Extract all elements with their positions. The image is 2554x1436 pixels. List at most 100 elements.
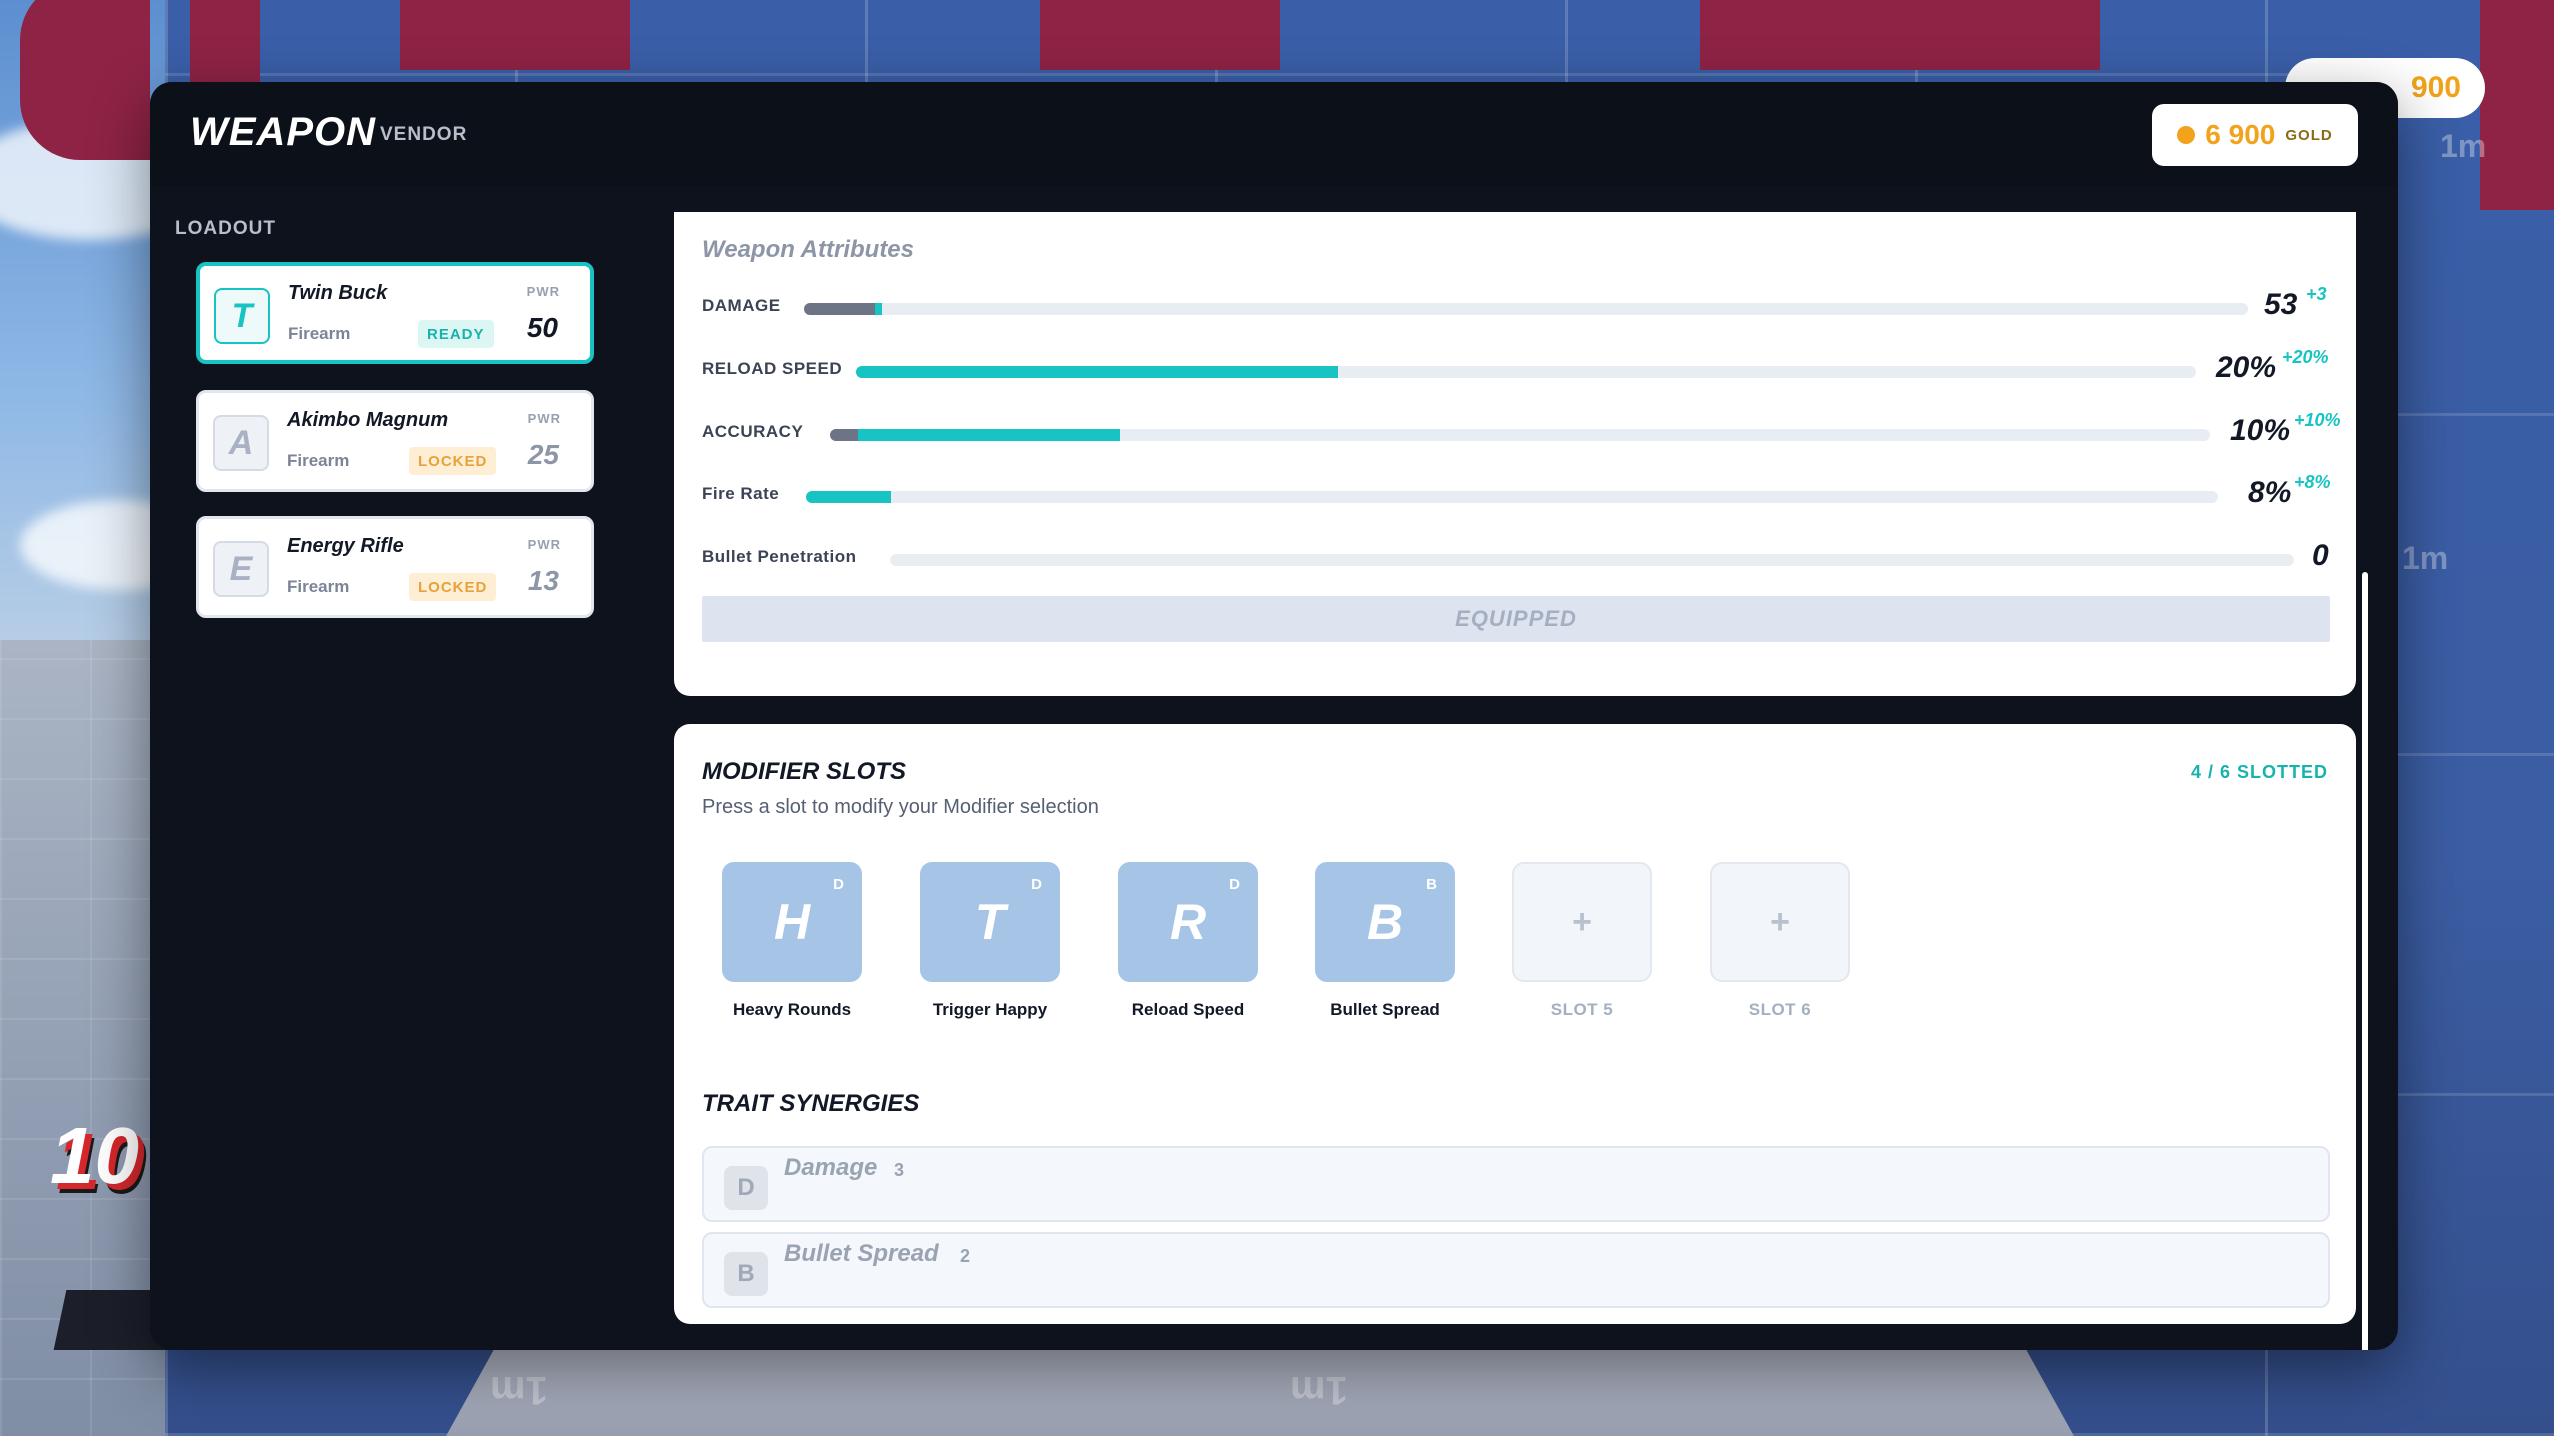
attribute-bar [806,491,2218,503]
gold-amount: 6 900 [2205,119,2276,150]
attribute-label: ACCURACY [702,422,804,441]
scrollbar[interactable] [2362,572,2368,1350]
attribute-bar-bonus [857,429,1120,441]
slot-name: Heavy Rounds [732,1000,852,1019]
slot-name: Reload Speed [1131,1000,1245,1019]
weapon-power: 25 [527,439,559,470]
slot-name: SLOT 6 [1748,1000,1812,1019]
attribute-row-damage: DAMAGE 53 +3 [702,284,2327,328]
slot-tile[interactable]: H D [722,862,862,982]
page-subtitle: VENDOR [380,124,468,145]
weapon-type: Firearm [287,451,350,470]
slot-trait-tag: D [833,876,844,893]
attribute-value: 0 [2312,539,2329,572]
slot-icon: H [773,894,811,950]
loadout-label: LOADOUT [175,218,276,239]
plus-icon: + [1572,902,1592,941]
panel-header: WEAPON VENDOR 6 900 GOLD [150,82,2398,186]
empty-slot-tile[interactable]: + [1512,862,1652,982]
attributes-title: Weapon Attributes [702,236,915,263]
pwr-label: PWR [526,284,560,299]
attribute-row-accuracy: ACCURACY 10% +10% [702,410,2341,454]
equipped-button[interactable]: EQUIPPED [702,596,2330,642]
slot-tile[interactable]: B B [1315,862,1455,982]
slot-icon: T [974,894,1006,950]
weapon-icon: A [213,415,269,471]
weapon-icon: E [213,541,269,597]
modifier-panel: MODIFIER SLOTS 4 / 6 SLOTTED Press a slo… [674,724,2356,1324]
modifier-slots-title: MODIFIER SLOTS [702,758,906,785]
modifier-slot-heavy-rounds[interactable]: H D Heavy Rounds [722,862,862,1020]
slot-name: Bullet Spread [1330,1000,1440,1019]
modifier-slot-bullet-spread[interactable]: B B Bullet Spread [1315,862,1455,1020]
synergy-row-damage: D Damage 3 [702,1146,2330,1222]
attribute-bar [804,303,2248,315]
pwr-label: PWR [527,537,561,552]
synergy-icon: D [724,1166,768,1210]
weapon-card-twin-buck[interactable]: T Twin Buck Firearm READY PWR 50 [196,262,594,364]
synergy-row-bullet-spread: B Bullet Spread 2 [702,1232,2330,1308]
synergy-icon: B [724,1252,768,1296]
attribute-bar [890,554,2294,566]
attribute-bonus: +8% [2294,472,2331,492]
modifier-slot-6[interactable]: + SLOT 6 [1710,862,1850,1020]
slot-trait-tag: D [1031,876,1042,893]
weapon-card-akimbo-magnum[interactable]: A Akimbo Magnum Firearm LOCKED PWR 25 [196,390,594,492]
weapon-name: Akimbo Magnum [287,409,449,431]
attribute-row-reload-speed: RELOAD SPEED 20% +20% [702,347,2329,391]
gold-coin-icon [2177,126,2196,144]
weapon-type: Firearm [287,577,350,596]
attribute-label: Bullet Penetration [702,547,857,566]
weapon-attributes-panel[interactable]: Weapon Attributes DAMAGE 53 +3 RELOAD SP… [674,212,2356,696]
status-badge: READY [418,320,494,348]
status-badge: LOCKED [409,573,497,601]
attribute-value: 8% [2248,476,2292,509]
weapon-vendor-panel: WEAPON VENDOR 6 900 GOLD LOADOUT T Twin … [150,82,2398,1350]
attribute-bar-base [804,303,875,315]
slot-tile[interactable]: T D [920,862,1060,982]
weapon-type: Firearm [288,324,351,343]
attribute-value: 10% [2230,414,2291,447]
plus-icon: + [1770,902,1790,941]
attribute-bar [830,429,2210,441]
modifier-slot-trigger-happy[interactable]: T D Trigger Happy [920,862,1060,1020]
slot-tile[interactable]: R D [1118,862,1258,982]
attribute-value: 20% [2216,351,2277,384]
slot-count: 4 / 6 SLOTTED [2190,762,2328,782]
attribute-label: DAMAGE [702,296,781,315]
trait-synergies-title: TRAIT SYNERGIES [702,1090,920,1117]
page-title: WEAPON [190,110,376,154]
modifier-slot-5[interactable]: + SLOT 5 [1512,862,1652,1020]
attribute-bonus: +10% [2294,410,2341,430]
weapon-name: Energy Rifle [287,535,404,557]
attribute-bar-base [830,429,858,441]
attribute-value: 53 [2264,288,2298,321]
empty-slot-tile[interactable]: + [1710,862,1850,982]
grid-label: 1m [2440,128,2487,164]
synergy-count: 3 [894,1160,905,1180]
attribute-row-bullet-penetration: Bullet Penetration 0 [702,539,2329,579]
slot-icon: R [1169,894,1207,950]
pwr-label: PWR [527,411,561,426]
slot-name: SLOT 5 [1550,1000,1614,1019]
weapon-power: 13 [527,565,559,596]
slot-trait-tag: D [1229,876,1240,893]
weapon-card-energy-rifle[interactable]: E Energy Rifle Firearm LOCKED PWR 13 [196,516,594,618]
weapon-icon: T [214,288,270,344]
slot-trait-tag: B [1426,876,1437,893]
synergy-name: Damage [784,1154,878,1181]
score-display: 10 [50,1111,139,1200]
attribute-bonus: +20% [2282,347,2329,367]
synergy-count: 2 [960,1246,971,1266]
slot-name: Trigger Happy [932,1000,1048,1019]
attribute-label: RELOAD SPEED [702,359,843,378]
weapon-name: Twin Buck [288,282,388,304]
slot-icon: B [1366,894,1404,950]
modifier-slot-reload-speed[interactable]: R D Reload Speed [1118,862,1258,1020]
attribute-bonus: +3 [2306,284,2327,304]
attribute-bar-bonus [856,366,1339,378]
attribute-label: Fire Rate [702,484,780,503]
attribute-bar-bonus [874,303,882,315]
gold-balance: 6 900 GOLD [2152,104,2358,166]
weapon-power: 50 [526,312,558,343]
